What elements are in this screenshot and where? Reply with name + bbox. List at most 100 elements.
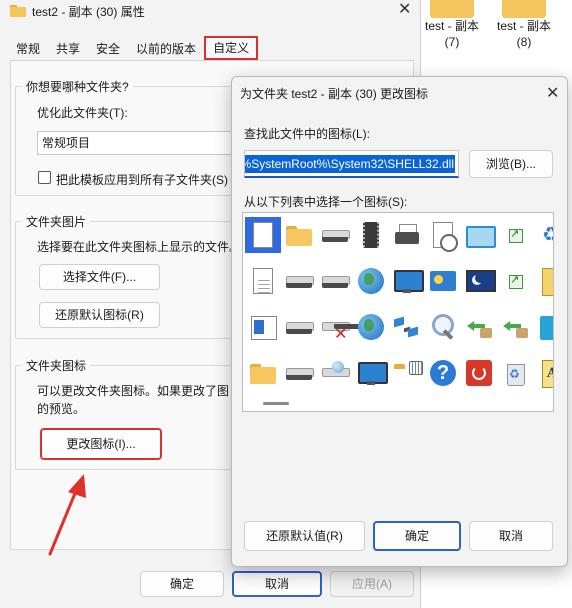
window-icon [464,220,496,250]
icon-cell[interactable] [317,217,353,253]
folder-type-legend: 你想要哪种文件夹? [26,80,129,94]
monitor-moon-icon [464,266,496,296]
icon-cell[interactable] [353,309,389,345]
icon-cell[interactable] [497,309,533,345]
icon-cell[interactable] [353,355,389,391]
properties-title-bar: test2 - 副本 (30) 属性 [10,2,145,20]
apply-button[interactable]: 应用(A) [330,571,414,597]
icon-cell[interactable] [281,355,317,391]
drive-icon [284,266,314,296]
close-icon[interactable]: ✕ [546,83,559,103]
icon-cell[interactable] [245,263,281,299]
change-icon-button[interactable]: 更改图标(I)... [40,428,162,460]
monitor-icon [356,358,388,388]
folder-icon [10,5,26,17]
icon-cell[interactable] [533,217,553,253]
file-name-line1: test - 副本 [496,19,551,33]
memory-chip-icon [356,220,386,250]
icon-cell[interactable] [389,355,425,391]
folder-icon-description-line2: 的预览。 [37,402,86,416]
tab-previous-versions[interactable]: 以前的版本 [128,36,204,60]
icon-cell[interactable] [497,355,533,391]
power-icon [464,358,494,388]
icon-cell[interactable] [281,263,317,299]
find-icons-label: 查找此文件中的图标(L): [244,127,371,141]
annotation-arrow-icon [48,474,86,556]
icon-cell[interactable] [281,217,317,253]
icon-cell[interactable] [317,355,353,391]
close-icon[interactable]: ✕ [398,2,411,18]
icon-cell[interactable] [245,355,281,391]
file-name-line1: test - 副本 [424,19,479,33]
choose-file-button[interactable]: 选择文件(F)... [39,264,160,290]
icon-cell[interactable] [281,309,317,345]
drive-icon [284,358,314,388]
restore-default-icon-button[interactable]: 还原默认图标(R) [39,302,160,328]
icon-cell[interactable] [533,309,553,345]
folder-picture-description: 选择要在此文件夹图标上显示的文件。 [37,240,242,254]
folder-icon-legend: 文件夹图标 [26,359,87,373]
explorer-file-item[interactable]: test - 副本 (7) [420,0,484,50]
dialog-ok-button[interactable]: 确定 [373,521,461,551]
folder-icon [284,220,314,250]
properties-tabs: 常规 共享 安全 以前的版本 自定义 [8,36,259,60]
globe-icon [356,266,386,296]
icon-cell[interactable] [317,309,360,345]
shortcut-arrow-icon [500,266,530,296]
icon-cell[interactable] [425,309,461,345]
tab-customize[interactable]: 自定义 [204,36,259,60]
move-icon [464,312,494,342]
icon-file-path-input[interactable]: %SystemRoot%\System32\SHELL32.dll [244,150,459,178]
box-icon [500,312,530,342]
icon-list[interactable] [242,212,554,412]
icon-cell[interactable] [425,217,461,253]
explorer-file-area: test - 副本 (7) test - 副本 (8) [420,0,572,80]
browse-button[interactable]: 浏览(B)... [469,150,553,178]
apply-template-checkbox[interactable] [38,171,51,184]
tab-general[interactable]: 常规 [8,36,48,60]
tab-sharing[interactable]: 共享 [48,36,88,60]
icon-cell[interactable] [245,217,281,253]
icon-cell[interactable] [389,309,425,345]
restore-default-button[interactable]: 还原默认值(R) [244,521,365,551]
drive-green-icon [320,266,350,296]
icon-cell[interactable] [389,217,425,253]
document-clock-icon [428,220,458,252]
icon-cell[interactable] [533,263,553,299]
icon-cell[interactable] [461,309,497,345]
icon-cell[interactable] [245,309,281,345]
dialog-cancel-button[interactable]: 取消 [469,521,553,551]
horizontal-scrollbar[interactable] [263,402,289,405]
monitor-globe-icon [392,266,424,296]
optimize-select[interactable]: 常规项目 [37,131,237,155]
icon-cell[interactable] [317,263,353,299]
blank-document-icon [248,220,278,250]
icon-cell[interactable] [497,217,533,253]
document-yellow-icon [536,266,553,296]
ok-button[interactable]: 确定 [140,571,224,597]
cancel-button[interactable]: 取消 [232,571,322,597]
icon-cell[interactable] [389,263,425,299]
icon-cell[interactable] [461,217,497,253]
icon-cell[interactable] [425,355,461,391]
optimize-label: 优化此文件夹(T): [37,106,128,120]
folder-icon [430,0,474,18]
icon-cell[interactable] [533,355,553,391]
icon-cell[interactable] [497,263,533,299]
dialog-title: 为文件夹 test2 - 副本 (30) 更改图标 [240,87,429,101]
tab-security[interactable]: 安全 [88,36,128,60]
recycle-icon [536,220,553,250]
printer-icon [392,220,422,250]
icon-cell[interactable] [425,263,461,299]
icon-cell[interactable] [353,217,389,253]
grid-folder-icon [392,358,423,388]
icon-cell[interactable] [353,263,389,299]
folder-icon [248,358,278,388]
icon-cell[interactable] [461,263,497,299]
explorer-file-item[interactable]: test - 副本 (8) [492,0,556,50]
recycle-bin-icon [500,358,530,388]
icon-cell[interactable] [461,355,497,391]
properties-title: test2 - 副本 (30) 属性 [32,4,145,19]
drive-error-icon [320,312,360,342]
cyan-square-icon [536,312,553,342]
